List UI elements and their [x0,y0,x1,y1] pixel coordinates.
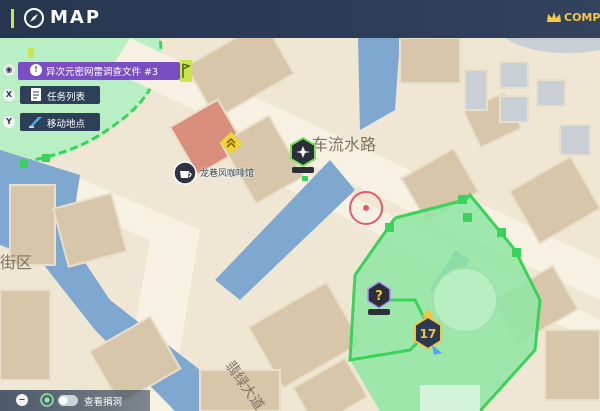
hollow-icon [40,393,54,407]
move-location-label: 移动地点 [47,119,86,130]
top-bar: MAP COMP [0,0,600,38]
locate-icon[interactable]: ◉ [3,64,15,76]
mission-tracker[interactable]: ◉ ! 异次元密网雷调查文件 #3 [0,60,192,82]
svg-text:?: ? [375,289,383,304]
road-label-0: 车流水路 [312,135,376,154]
teleport-icon [29,117,42,128]
page-title: MAP [50,7,102,28]
exclamation-icon: ! [30,64,42,76]
compass-icon [24,8,44,28]
mission-label: 异次元密网雷调查文件 #3 [46,67,159,78]
x-key-icon: X [3,89,15,101]
bottom-bar: − 查看捐洞 [0,390,160,411]
unknown-marker-icon: ? [367,281,391,315]
view-hollow-label: 查看捐洞 [84,397,123,408]
quest-list-label: 任务列表 [47,92,86,103]
y-key-icon: Y [3,116,15,128]
completion-label[interactable]: COMP [564,11,600,24]
cafe-label: 龙巷风咖啡馆 [200,169,255,179]
crown-icon [547,12,561,22]
cafe-icon [173,161,197,185]
title-accent [11,9,14,28]
flag-icon [180,60,192,82]
minus-key-icon[interactable]: − [16,394,28,406]
svg-text:17: 17 [420,327,437,341]
document-icon [31,88,41,101]
road-label-2: 街区 [0,253,32,272]
toggle-switch[interactable] [58,395,78,406]
